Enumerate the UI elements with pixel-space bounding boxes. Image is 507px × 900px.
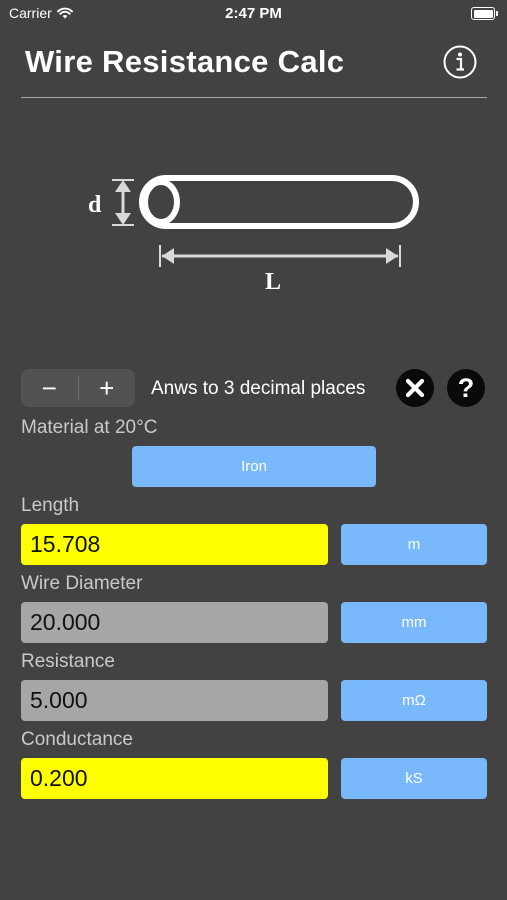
diameter-label: d xyxy=(88,192,102,218)
wire-diameter-label: Wire Diameter xyxy=(21,573,143,594)
length-field[interactable]: 15.708 xyxy=(21,524,328,565)
decimal-places-text: Anws to 3 decimal places xyxy=(151,378,366,399)
resistance-label: Resistance xyxy=(21,651,115,672)
wire-diameter-field[interactable]: 20.000 xyxy=(21,602,328,643)
info-icon[interactable] xyxy=(443,45,477,79)
battery-icon xyxy=(471,7,498,20)
decimal-stepper[interactable]: − + xyxy=(21,369,135,407)
wire-diagram: d L xyxy=(88,175,419,295)
close-icon xyxy=(405,378,425,398)
length-label: L xyxy=(265,269,281,295)
diameter-dimension xyxy=(112,179,134,226)
help-button[interactable]: ? xyxy=(447,369,485,407)
header-divider xyxy=(21,97,487,98)
conductance-label: Conductance xyxy=(21,729,133,750)
decrement-button[interactable]: − xyxy=(21,369,78,407)
conductance-unit-button[interactable]: kS xyxy=(341,758,487,799)
status-time: 2:47 PM xyxy=(225,5,282,22)
length-unit-button[interactable]: m xyxy=(341,524,487,565)
resistance-unit-button[interactable]: mΩ xyxy=(341,680,487,721)
resistance-field[interactable]: 5.000 xyxy=(21,680,328,721)
material-select-button[interactable]: Iron xyxy=(132,446,376,487)
material-label: Material at 20°C xyxy=(21,417,158,438)
wire-diameter-unit-button[interactable]: mm xyxy=(341,602,487,643)
page-title: Wire Resistance Calc xyxy=(25,44,345,79)
conductance-field[interactable]: 0.200 xyxy=(21,758,328,799)
length-label: Length xyxy=(21,495,80,516)
increment-button[interactable]: + xyxy=(79,369,136,407)
length-dimension xyxy=(159,245,401,267)
wire-tube xyxy=(139,175,419,229)
clear-button[interactable] xyxy=(396,369,434,407)
